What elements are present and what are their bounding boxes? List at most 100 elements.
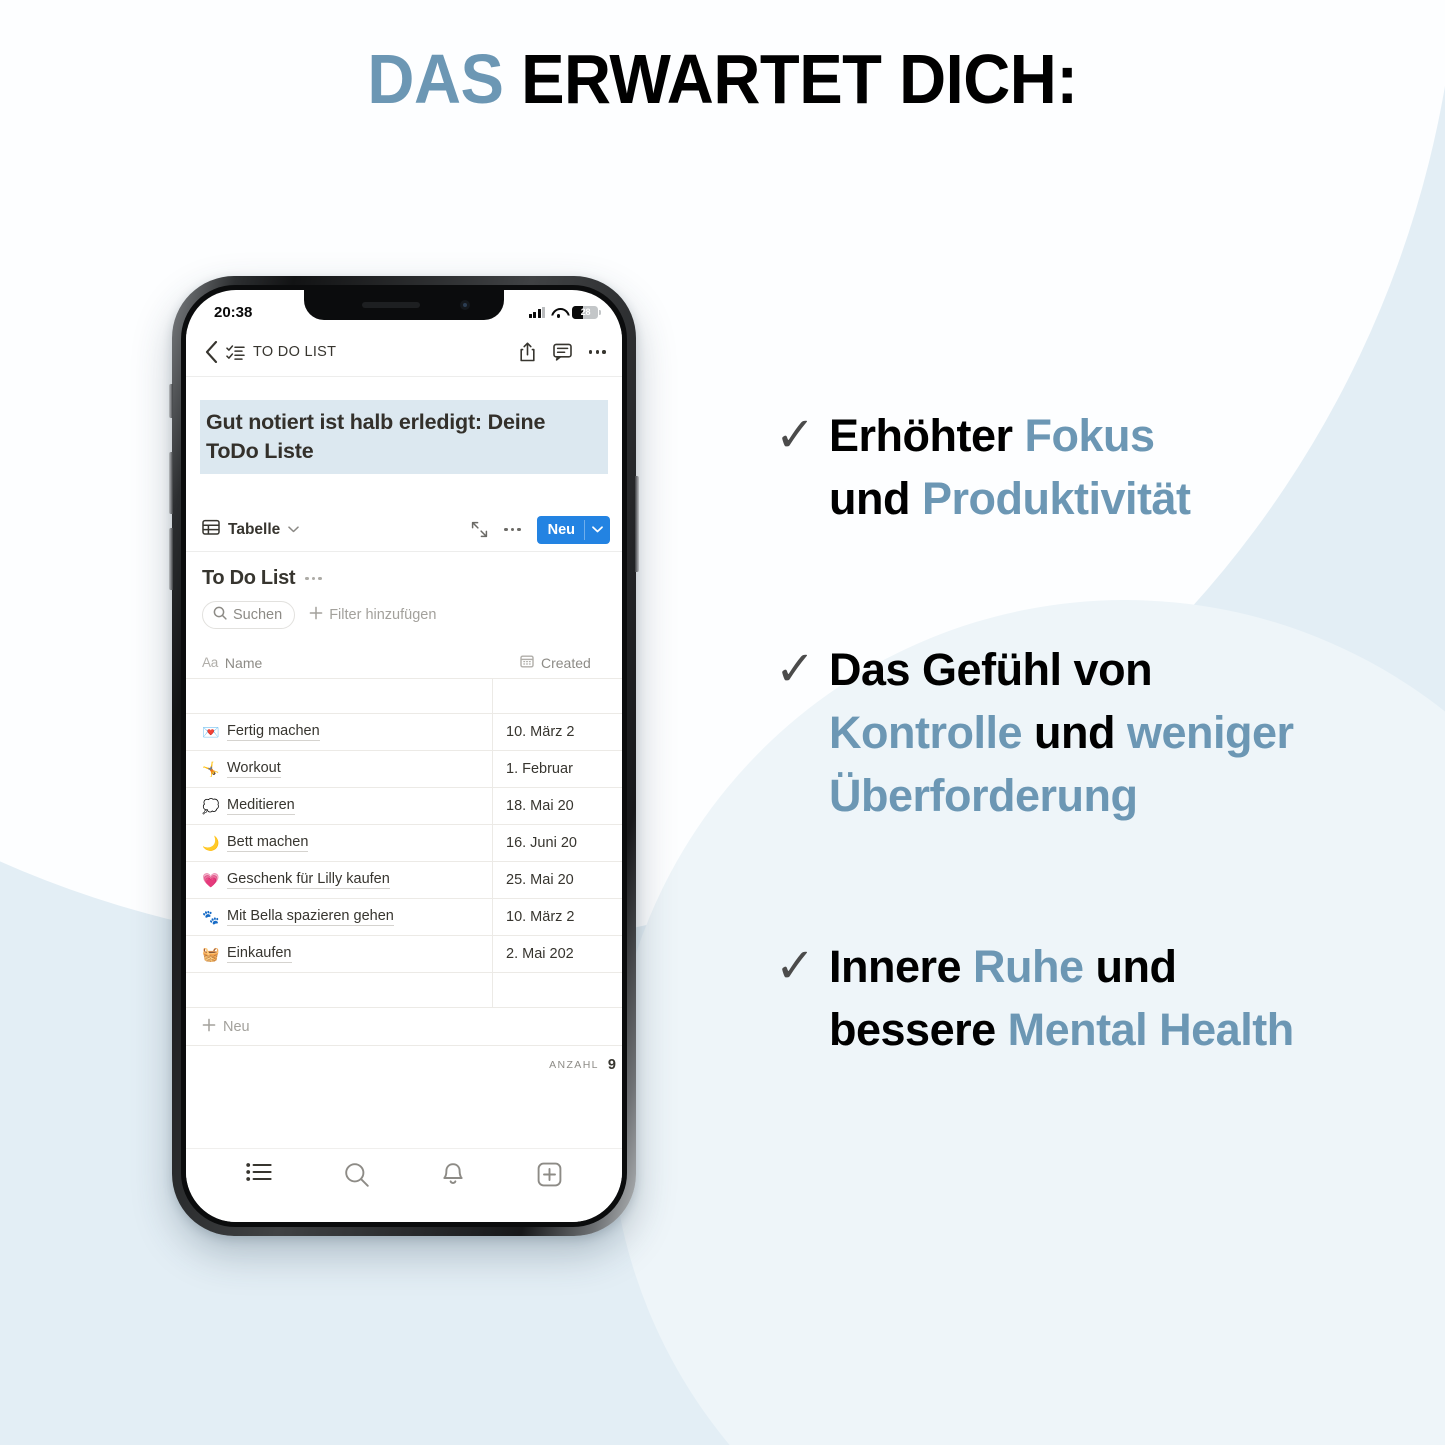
checkmark-icon: ✓ (775, 940, 816, 993)
status-time: 20:38 (214, 303, 253, 321)
new-button[interactable]: Neu (536, 515, 610, 544)
table-header-row: Aa Name Created (186, 647, 622, 680)
table-row[interactable]: 💌 Fertig machen 10. März 2 (186, 714, 622, 752)
search-icon[interactable] (344, 1162, 370, 1188)
benefit-segment: und (1083, 941, 1177, 992)
row-emoji-icon: 🧺 (202, 946, 220, 963)
table-row[interactable]: 💭 Meditieren 18. Mai 20 (186, 788, 622, 826)
note-title: Gut notiert ist halb erledigt: Deine ToD… (200, 400, 608, 475)
database-toolbar: Tabelle Neu (186, 508, 622, 553)
table-row[interactable] (186, 973, 622, 1009)
benefit-segment-highlight: Kontrolle (829, 707, 1023, 758)
row-title: Workout (227, 760, 281, 779)
cell-created: 2. Mai 202 (492, 936, 622, 973)
row-emoji-icon: 💗 (202, 872, 220, 889)
headline-accent: DAS (367, 40, 504, 118)
comment-icon[interactable] (553, 343, 572, 361)
table-row[interactable]: 💗 Geschenk für Lilly kaufen 25. Mai 20 (186, 862, 622, 900)
table-row[interactable]: 🐾 Mit Bella spazieren gehen 10. März 2 (186, 899, 622, 937)
plus-square-icon[interactable] (537, 1162, 562, 1187)
more-horizontal-icon[interactable] (305, 576, 322, 581)
headline-rest: ERWARTET DICH: (503, 40, 1078, 118)
cell-name: 💗 Geschenk für Lilly kaufen (186, 862, 492, 898)
row-emoji-icon: 🤸 (202, 761, 220, 778)
volume-down-button[interactable] (169, 528, 173, 590)
benefit-segment-highlight: Ruhe (973, 941, 1084, 992)
more-horizontal-icon[interactable] (588, 350, 606, 354)
row-title: Einkaufen (227, 945, 292, 964)
add-filter-button[interactable]: Filter hinzufügen (309, 606, 436, 624)
cell-name: 🐾 Mit Bella spazieren gehen (186, 899, 492, 935)
cell-name: 💌 Fertig machen (186, 714, 492, 750)
search-input[interactable]: Suchen (202, 601, 296, 630)
power-button[interactable] (635, 476, 639, 572)
column-header-created[interactable]: Created (508, 654, 622, 671)
expand-diagonal-icon[interactable] (471, 521, 488, 538)
row-title: Fertig machen (227, 723, 320, 742)
silence-switch[interactable] (169, 384, 173, 418)
benefit-line: Das Gefühl von (829, 638, 1294, 701)
nav-actions (519, 342, 606, 362)
benefit-line: und Produktivität (829, 467, 1191, 530)
chevron-down-icon[interactable] (585, 516, 610, 544)
cell-created: 10. März 2 (492, 714, 622, 751)
column-header-created-label: Created (541, 654, 591, 671)
promo-graphic: DAS ERWARTET DICH: 20:38 28 TO DO LIST G… (0, 0, 1445, 1445)
cell-created: 25. Mai 20 (492, 862, 622, 899)
benefit-text: Erhöhter Fokus und Produktivität (829, 404, 1191, 530)
battery-percent: 28 (580, 307, 591, 317)
phone-mockup: 20:38 28 TO DO LIST Gut notiert ist halb… (169, 276, 639, 1236)
share-icon[interactable] (519, 342, 536, 362)
benefit-segment-highlight: weniger (1126, 707, 1294, 758)
cellular-signal-icon (528, 306, 545, 318)
volume-up-button[interactable] (169, 452, 173, 514)
benefit-list: ✓ Erhöhter Fokus und Produktivität ✓ Das… (775, 404, 1395, 1061)
benefit-line: bessere Mental Health (829, 998, 1294, 1061)
cell-name: 💭 Meditieren (186, 788, 492, 824)
column-header-name[interactable]: Aa Name (202, 655, 508, 671)
search-icon (213, 606, 227, 624)
benefit-line: Überforderung (829, 764, 1294, 827)
row-count[interactable]: ANZAHL 9 (186, 1046, 622, 1084)
document-body: Gut notiert ist halb erledigt: Deine ToD… (186, 400, 622, 1085)
benefit-segment: und (1022, 707, 1127, 758)
plus-icon (202, 1018, 216, 1036)
checkmark-icon: ✓ (775, 643, 816, 696)
table-rows: 💌 Fertig machen 10. März 2 🤸 Workout 1. … (186, 679, 622, 1009)
chevron-left-icon[interactable] (198, 339, 224, 365)
list-icon[interactable] (246, 1162, 272, 1182)
app-nav-bar: TO DO LIST (186, 328, 622, 377)
bell-icon[interactable] (441, 1162, 465, 1188)
row-title: Meditieren (227, 797, 295, 816)
list-item: ✓ Innere Ruhe und bessere Mental Health (775, 935, 1395, 1061)
table-icon (202, 519, 220, 541)
cell-name: 🤸 Workout (186, 751, 492, 787)
benefit-line: Erhöhter Fokus (829, 404, 1191, 467)
phone-screen: 20:38 28 TO DO LIST Gut notiert ist halb… (186, 290, 622, 1222)
view-tab-tabelle[interactable]: Tabelle (202, 519, 300, 541)
nav-title: TO DO LIST (253, 344, 337, 360)
more-horizontal-icon[interactable] (504, 527, 521, 532)
list-item: ✓ Erhöhter Fokus und Produktivität (775, 404, 1395, 530)
page-title: DAS ERWARTET DICH: (51, 40, 1395, 118)
table-row[interactable]: 🤸 Workout 1. Februar (186, 751, 622, 789)
add-new-row-button[interactable]: Neu (186, 1008, 622, 1047)
cell-name: 🧺 Einkaufen (186, 936, 492, 972)
cell-name (186, 973, 492, 1007)
row-count-value: 9 (607, 1057, 616, 1074)
table-row[interactable]: 🌙 Bett machen 16. Juni 20 (186, 825, 622, 863)
benefit-segment-highlight: Mental Health (1007, 1004, 1295, 1055)
text-type-icon: Aa (202, 655, 218, 671)
cell-created: 1. Februar (492, 751, 622, 788)
cell-name: 🌙 Bett machen (186, 825, 492, 861)
filter-row: Suchen Filter hinzufügen (186, 590, 622, 630)
cell-created (492, 679, 622, 714)
view-tab-label: Tabelle (228, 520, 281, 538)
table-row[interactable]: 🧺 Einkaufen 2. Mai 202 (186, 936, 622, 974)
benefit-segment: Das Gefühl von (829, 644, 1153, 695)
table-row[interactable] (186, 679, 622, 715)
bottom-tab-bar (186, 1148, 622, 1222)
status-bar: 20:38 28 (186, 290, 622, 328)
cell-name (186, 679, 492, 713)
row-title: Bett machen (227, 834, 309, 853)
